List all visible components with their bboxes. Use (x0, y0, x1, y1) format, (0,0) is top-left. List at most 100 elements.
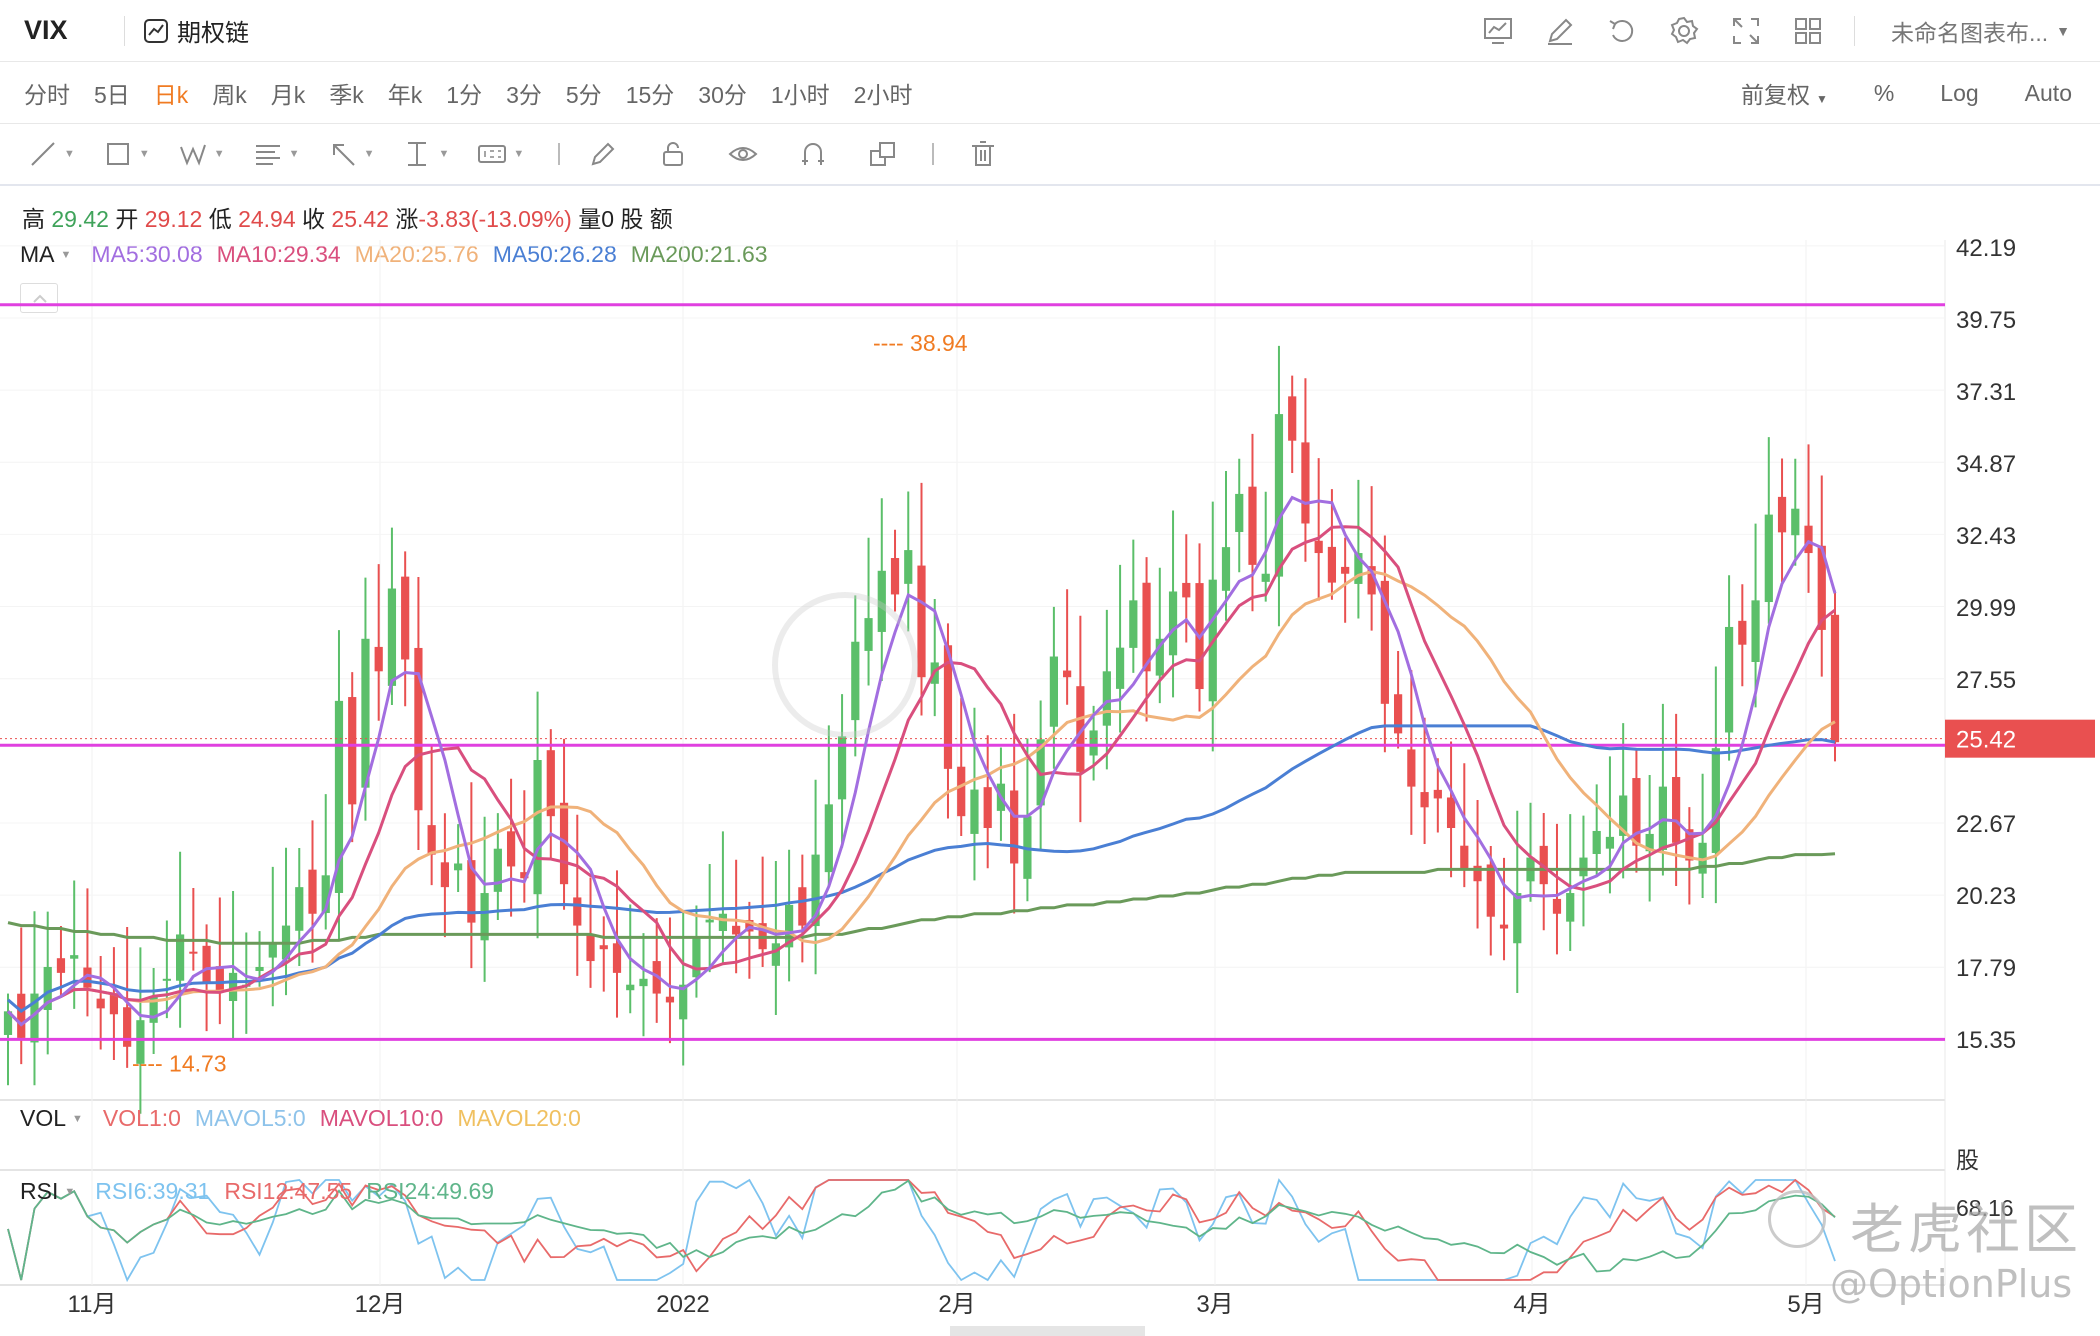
candle-body (361, 638, 370, 788)
rsi-value-2: RSI24:49.69 (366, 1178, 495, 1204)
candle-body (957, 766, 966, 817)
candle-body (1513, 893, 1522, 944)
candle-body (401, 576, 410, 660)
candle-body (1248, 486, 1257, 565)
candle-body (1804, 525, 1813, 554)
candle-body (732, 925, 741, 935)
low-annotation: ---- 14.73 (132, 1051, 227, 1077)
x-tick-label: 2022 (656, 1291, 709, 1318)
candle-body (665, 996, 675, 1003)
candle-body (771, 943, 780, 966)
candle-body (427, 825, 436, 855)
candle-body (1499, 924, 1509, 929)
price-tick-label: 32.43 (1956, 523, 2016, 550)
candle-body (1394, 694, 1403, 734)
vol-value-0: VOL1:0 (102, 1105, 181, 1131)
candle-body (1751, 600, 1760, 662)
candle-body (1579, 857, 1588, 877)
price-tick-label: 15.35 (1956, 1027, 2016, 1054)
candle-body (983, 787, 992, 829)
candle-body (1605, 836, 1615, 849)
candle-body (1446, 797, 1456, 829)
x-tick-label: 11月 (68, 1291, 117, 1318)
candle-body (1102, 671, 1111, 726)
candle-body (1433, 789, 1442, 799)
candle-body (162, 978, 171, 981)
high-annotation: ---- 38.94 (873, 330, 968, 356)
candle-body (1129, 600, 1138, 648)
price-tick-label: 39.75 (1956, 307, 2016, 334)
candle-body (824, 804, 833, 873)
price-tick-label: 22.67 (1956, 811, 2016, 838)
candle-body (864, 618, 873, 651)
candle-body (215, 966, 224, 991)
candle-body (586, 935, 595, 962)
price-tick-label: 29.99 (1956, 595, 2016, 622)
vol-values: VOL1:0 MAVOL5:0 MAVOL10:0 MAVOL20:0 (103, 1105, 595, 1132)
price-chart[interactable]: ---- 38.94 ---- 14.73 42.19 39.75 37.31 34.87… (0, 0, 2100, 1336)
candle-body (1592, 830, 1601, 854)
candle-body (1115, 647, 1125, 689)
candle-body (96, 998, 105, 1009)
watermark-logo (1768, 1190, 1826, 1248)
candle-body (1420, 792, 1429, 808)
candle-body (1327, 546, 1337, 583)
price-tick-label: 27.55 (1956, 667, 2016, 694)
last-price-label: 25.42 (1956, 727, 2016, 754)
candle-body (1738, 620, 1747, 645)
vol-value-3: MAVOL20:0 (457, 1105, 581, 1131)
candle-body (1261, 573, 1270, 582)
candle-body (189, 951, 198, 954)
candle-body (1777, 496, 1787, 533)
candle-body (1049, 656, 1058, 727)
candle-body (904, 550, 913, 584)
candle-body (1182, 582, 1191, 598)
candle-body (970, 789, 979, 834)
candle-body (70, 955, 79, 959)
rsi-value-1: RSI12:47.55 (224, 1178, 353, 1204)
price-tick-label: 42.19 (1956, 235, 2016, 262)
scroll-handle[interactable] (950, 1326, 1145, 1336)
candle-body (705, 919, 714, 923)
candle-body (626, 984, 635, 991)
rsi-legend: RSI ▼ RSI6:39.31 RSI12:47.55 RSI24:49.69 (20, 1178, 508, 1205)
center-watermark-logo (772, 592, 918, 738)
price-tick-label: 17.79 (1956, 955, 2016, 982)
x-tick-label: 2月 (938, 1291, 975, 1318)
candle-body (202, 945, 211, 982)
candle-body (17, 993, 26, 1038)
candle-body (56, 958, 66, 973)
price-tick-label: 37.31 (1956, 379, 2016, 406)
candle-body (1764, 514, 1773, 603)
candle-body (692, 937, 701, 978)
rsi-values: RSI6:39.31 RSI12:47.55 RSI24:49.69 (95, 1178, 508, 1205)
candle-body (639, 978, 648, 987)
candle-body (506, 831, 516, 867)
candle-body (1552, 898, 1562, 914)
candle-body (348, 697, 357, 805)
candle-body (387, 588, 397, 686)
vol-indicator-label[interactable]: VOL (20, 1105, 66, 1132)
candle-body (1274, 414, 1284, 577)
watermark-handle: @OptionPlus (1830, 1262, 2073, 1306)
candle-body (1566, 893, 1575, 922)
caret-down-icon[interactable]: ▼ (64, 1186, 75, 1198)
candle-body (612, 943, 622, 973)
caret-down-icon[interactable]: ▼ (72, 1113, 83, 1125)
candle-body (1089, 730, 1098, 756)
candle-body (917, 565, 926, 678)
candle-body (1010, 790, 1019, 864)
vol-value-1: MAVOL5:0 (194, 1105, 306, 1131)
candle-body (1460, 845, 1469, 870)
candle-body (1672, 777, 1681, 843)
candle-body (1341, 566, 1350, 574)
rsi-indicator-label[interactable]: RSI (20, 1178, 58, 1205)
vol-legend: VOL ▼ VOL1:0 MAVOL5:0 MAVOL10:0 MAVOL20:0 (20, 1105, 595, 1132)
candle-body (1235, 493, 1244, 533)
candle-body (851, 641, 860, 721)
volume-unit-label: 股 (1956, 1147, 1979, 1173)
candle-body (718, 913, 728, 932)
x-tick-label: 3月 (1196, 1291, 1233, 1318)
candle-body (374, 646, 383, 672)
candle-body (1288, 396, 1297, 441)
